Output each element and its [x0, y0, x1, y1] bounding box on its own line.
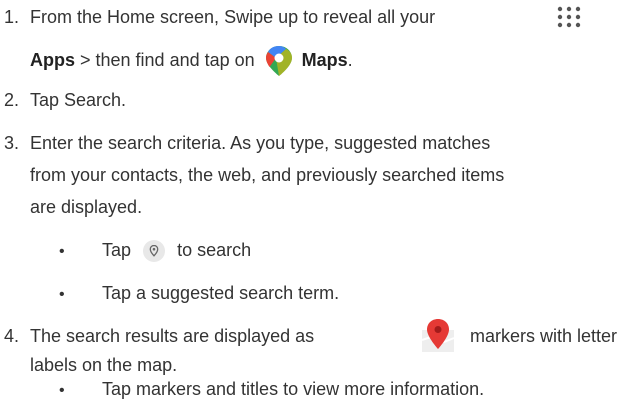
bullet-point: • — [59, 382, 65, 399]
step-4-bullet-text: Tap markers and titles to view more info… — [102, 379, 485, 399]
step-3-bullet-2: • Tap a suggested search term. — [59, 280, 339, 308]
location-search-icon — [143, 240, 166, 263]
bullet-1-after: to search — [177, 240, 252, 260]
step-number: 4. — [4, 326, 20, 346]
step-2-text: Tap Search. — [30, 90, 127, 110]
step-2: 2. Tap Search. — [4, 87, 126, 113]
step-4-bullet-1: • Tap markers and titles to view more inf… — [59, 376, 484, 404]
app-grid-icon — [557, 6, 581, 28]
step-1-line-2: Apps > then find and tap on Maps. — [30, 44, 353, 78]
step-number: 3. — [4, 133, 20, 153]
map-marker-icon — [421, 319, 455, 352]
step-4-line-1b: markers with letter — [470, 326, 618, 346]
step-4: 4. The search results are displayed as — [4, 323, 314, 349]
bullet-point: • — [59, 286, 65, 303]
step-3-line-1: Enter the search criteria. As you type, … — [30, 133, 491, 153]
step-1-separator: > then find and tap on — [75, 49, 260, 70]
step-4-line-2: labels on the map. — [30, 355, 178, 375]
bullet-2-text: Tap a suggested search term. — [102, 283, 340, 303]
step-3-bullet-1: • Tap to search — [59, 237, 251, 265]
step-3: 3. Enter the search criteria. As you type… — [4, 130, 490, 156]
step-1-end: . — [347, 49, 353, 70]
bullet-point: • — [59, 243, 65, 260]
step-1-line-1: From the Home screen, Swipe up to reveal… — [30, 7, 436, 27]
instructions-page: 1. From the Home screen, Swipe up to reve… — [0, 0, 635, 399]
maps-label: Maps — [301, 49, 348, 70]
step-4-line-1a: The search results are displayed as — [30, 326, 315, 346]
step-3-line-3: are displayed. — [30, 197, 143, 217]
step-1: 1. From the Home screen, Swipe up to reve… — [4, 4, 435, 30]
step-number: 2. — [4, 90, 20, 110]
apps-label: Apps — [30, 49, 75, 70]
google-maps-icon — [265, 46, 292, 76]
step-3-line-2: from your contacts, the web, and previou… — [30, 165, 505, 185]
bullet-1-before: Tap — [102, 240, 132, 260]
step-number: 1. — [4, 7, 20, 27]
